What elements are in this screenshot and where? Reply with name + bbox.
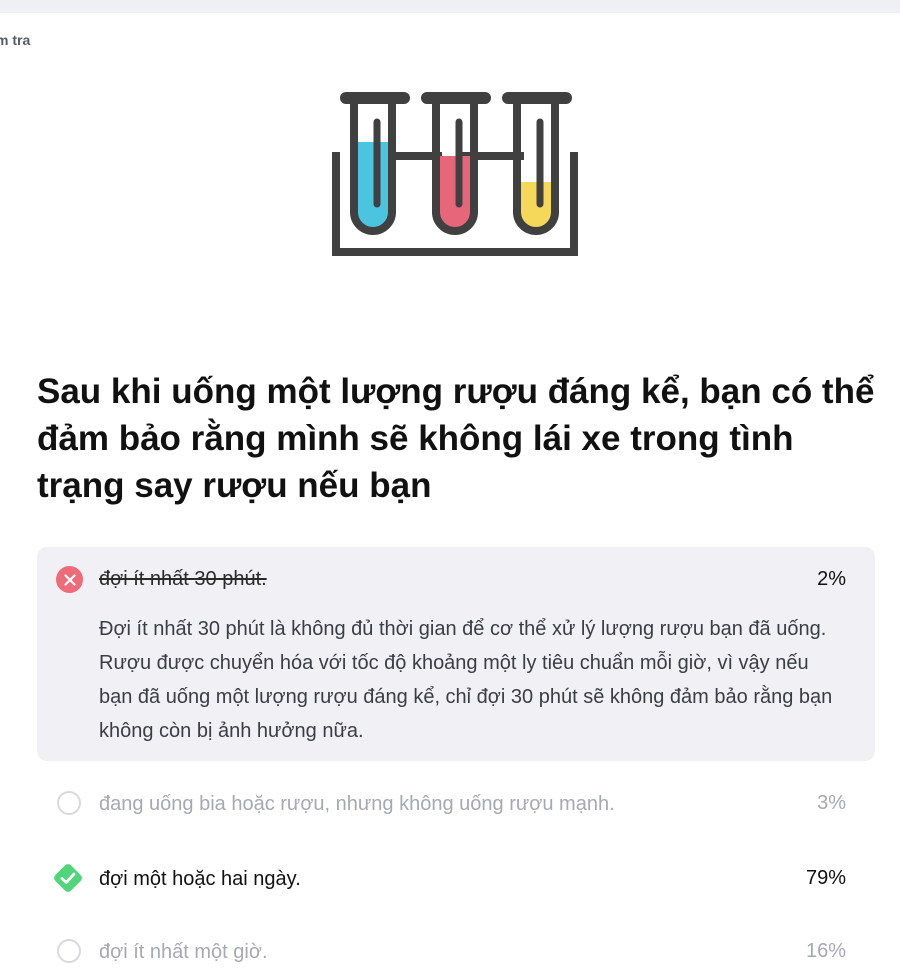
breadcrumb[interactable]: m tra xyxy=(0,32,30,48)
answer-text[interactable]: đợi một hoặc hai ngày. xyxy=(99,867,301,891)
answer-percent: 3% xyxy=(817,792,846,814)
radio-empty-icon[interactable] xyxy=(57,939,81,963)
answer-text[interactable]: đợi ít nhất một giờ. xyxy=(99,940,268,964)
top-bar xyxy=(0,0,900,13)
question-title: Sau khi uống một lượng rượu đáng kể, bạn… xyxy=(37,372,875,505)
answer-percent: 79% xyxy=(805,867,846,889)
test-tubes-icon xyxy=(332,92,578,256)
answer-text[interactable]: đang uống bia hoặc rượu, nhưng không uốn… xyxy=(99,792,615,816)
answer-percent: 16% xyxy=(805,940,846,962)
check-icon xyxy=(54,864,82,892)
answer-explanation: Đợi ít nhất 30 phút là không đủ thời gia… xyxy=(99,618,833,742)
answer-text: đợi ít nhất 30 phút. xyxy=(99,568,267,590)
answer-percent: 2% xyxy=(817,568,846,590)
close-icon xyxy=(56,566,83,593)
radio-empty-icon[interactable] xyxy=(57,791,81,815)
